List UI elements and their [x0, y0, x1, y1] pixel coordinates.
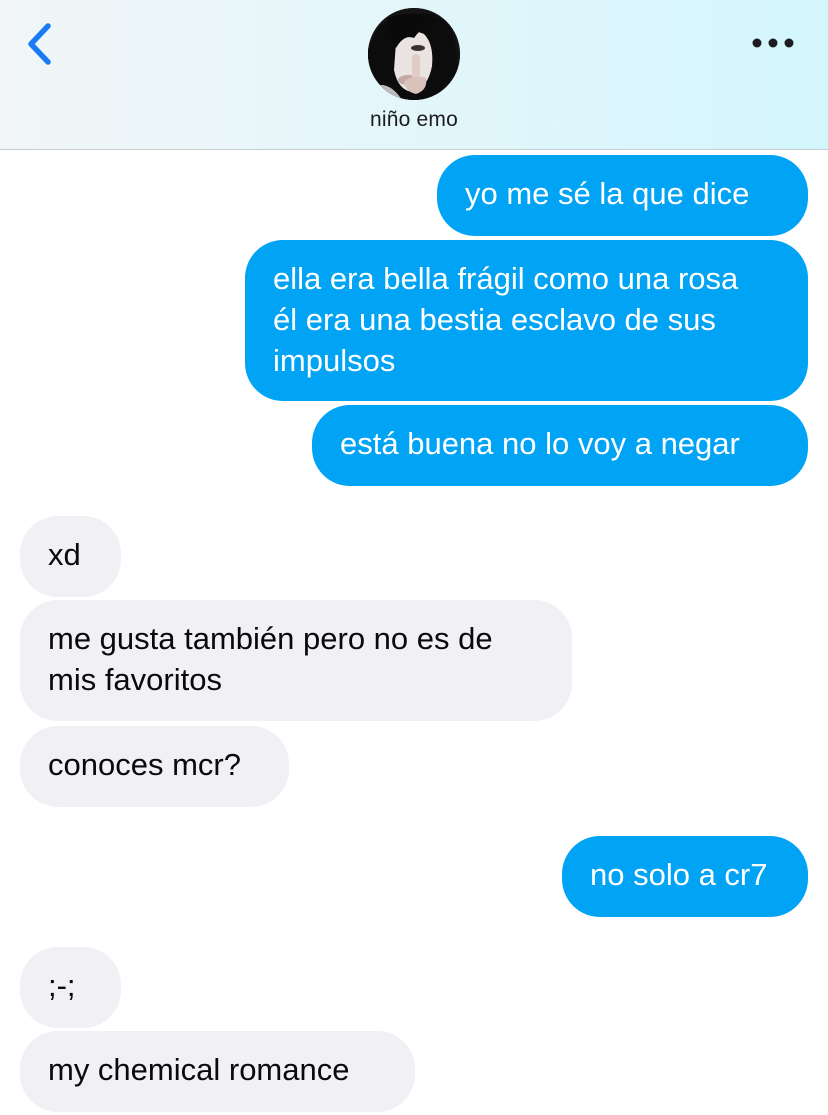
message-bubble-outgoing[interactable]: yo me sé la que dice [437, 155, 808, 236]
message-bubble-incoming[interactable]: xd [20, 516, 121, 597]
chevron-left-icon [28, 23, 51, 65]
message-thread: yo me sé la que dice ella era bella frág… [0, 150, 828, 1115]
message-bubble-outgoing[interactable]: está buena no lo voy a negar [312, 405, 808, 486]
message-bubble-incoming[interactable]: my chemical romance [20, 1031, 415, 1112]
ellipsis-icon [752, 38, 794, 48]
contact-avatar[interactable] [368, 8, 460, 100]
message-bubble-incoming[interactable]: conoces mcr? [20, 726, 289, 807]
contact-name[interactable]: niño emo [0, 108, 828, 132]
chat-header: niño emo [0, 0, 828, 150]
avatar-photo [368, 8, 460, 100]
back-button[interactable] [18, 18, 62, 68]
message-bubble-outgoing[interactable]: ella era bella frágil como una rosa él e… [245, 240, 808, 401]
message-bubble-outgoing[interactable]: no solo a cr7 [562, 836, 808, 917]
message-bubble-incoming[interactable]: me gusta también pero no es de mis favor… [20, 600, 572, 721]
chat-screen: niño emo yo me sé la que dice ella era b… [0, 0, 828, 1115]
more-options-button[interactable] [748, 30, 798, 56]
message-bubble-incoming[interactable]: ;-; [20, 947, 121, 1028]
